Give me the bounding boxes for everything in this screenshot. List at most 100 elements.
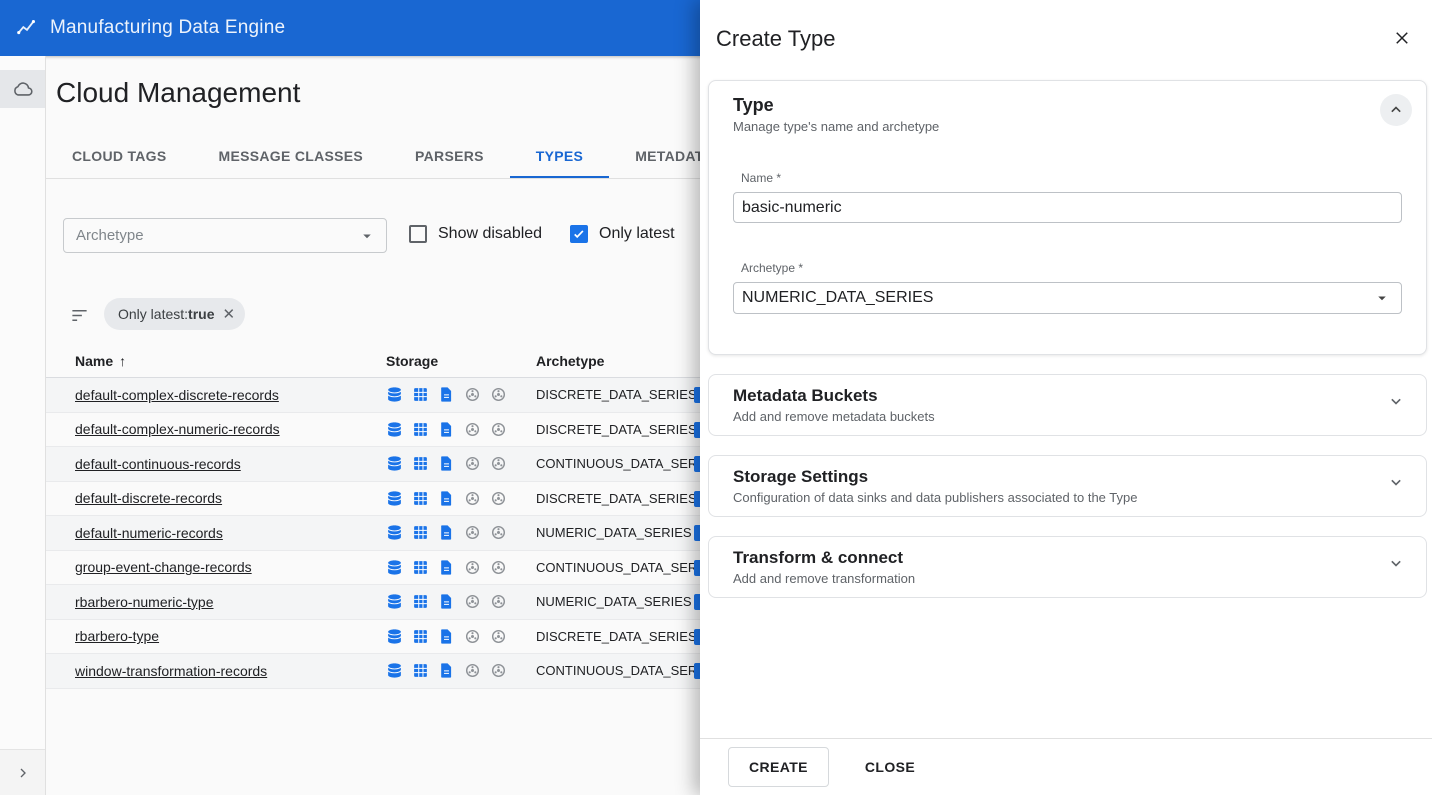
pubsub-icon	[464, 455, 481, 472]
archetype-filter-select[interactable]: Archetype	[63, 218, 387, 253]
pubsub-icon	[464, 490, 481, 507]
pubsub-icon	[464, 421, 481, 438]
only-latest-checkbox[interactable]	[570, 225, 588, 243]
pubsub-icon	[464, 559, 481, 576]
database-icon	[386, 593, 403, 610]
show-disabled-checkbox-group[interactable]: Show disabled	[409, 225, 542, 243]
storage-icons	[386, 455, 536, 472]
pubsub-icon	[490, 593, 507, 610]
database-icon	[386, 524, 403, 541]
section-type-body: Name * Archetype * NUMERIC_DATA_SERIES	[709, 171, 1426, 354]
section-storage-settings-subtitle: Configuration of data sinks and data pub…	[733, 490, 1137, 506]
pubsub-icon	[464, 628, 481, 645]
collapse-section-button[interactable]	[1380, 94, 1412, 126]
show-disabled-checkbox[interactable]	[409, 225, 427, 243]
chevron-down-icon	[1386, 391, 1406, 411]
tab-message-classes[interactable]: MESSAGE CLASSES	[193, 135, 390, 178]
pubsub-icon	[490, 455, 507, 472]
section-storage-settings-header[interactable]: Storage Settings Configuration of data s…	[709, 456, 1426, 516]
pubsub-icon	[490, 524, 507, 541]
tab-cloud-tags[interactable]: CLOUD TAGS	[46, 135, 193, 178]
pubsub-icon	[464, 662, 481, 679]
type-name-link[interactable]: default-continuous-records	[46, 456, 386, 472]
section-type-header[interactable]: Type Manage type's name and archetype	[709, 81, 1426, 145]
column-header-name[interactable]: Name ↑	[46, 353, 386, 369]
database-icon	[386, 628, 403, 645]
archetype-select[interactable]: NUMERIC_DATA_SERIES	[733, 282, 1402, 314]
column-header-name-label: Name	[75, 353, 113, 369]
document-icon	[438, 455, 455, 472]
name-input[interactable]	[733, 192, 1402, 223]
chevron-down-icon	[1386, 553, 1406, 573]
section-metadata-buckets-subtitle: Add and remove metadata buckets	[733, 409, 935, 425]
column-header-storage: Storage	[386, 353, 536, 369]
storage-icons	[386, 386, 536, 403]
table-icon	[412, 524, 429, 541]
close-button[interactable]: CLOSE	[845, 747, 935, 787]
expand-rail-button[interactable]	[0, 749, 45, 795]
storage-icons	[386, 628, 536, 645]
type-name-link[interactable]: rbarbero-type	[46, 628, 386, 644]
chip-prefix: Only latest:	[118, 306, 188, 322]
nav-item-cloud-management[interactable]	[0, 70, 45, 108]
checkmark-icon	[572, 227, 586, 241]
pubsub-icon	[490, 662, 507, 679]
section-transform-connect: Transform & connect Add and remove trans…	[708, 536, 1427, 598]
document-icon	[438, 490, 455, 507]
table-icon	[412, 559, 429, 576]
type-name-link[interactable]: group-event-change-records	[46, 559, 386, 575]
section-transform-connect-subtitle: Add and remove transformation	[733, 571, 915, 587]
pubsub-icon	[490, 386, 507, 403]
chip-remove-icon[interactable]: ✕	[222, 307, 235, 322]
drawer-footer: CREATE CLOSE	[700, 738, 1432, 795]
only-latest-filter-chip[interactable]: Only latest: true ✕	[104, 298, 245, 330]
table-icon	[412, 628, 429, 645]
expand-section-button[interactable]	[1380, 466, 1412, 498]
drawer-title: Create Type	[716, 26, 1432, 52]
left-nav-rail	[0, 56, 46, 795]
database-icon	[386, 421, 403, 438]
type-name-link[interactable]: default-complex-numeric-records	[46, 421, 386, 437]
section-transform-connect-header[interactable]: Transform & connect Add and remove trans…	[709, 537, 1426, 597]
only-latest-label: Only latest	[599, 225, 675, 243]
type-name-link[interactable]: window-transformation-records	[46, 663, 386, 679]
pubsub-icon	[464, 593, 481, 610]
section-storage-settings: Storage Settings Configuration of data s…	[708, 455, 1427, 517]
filter-list-icon[interactable]	[70, 306, 89, 330]
type-name-link[interactable]: default-complex-discrete-records	[46, 387, 386, 403]
chip-value: true	[188, 306, 214, 322]
show-disabled-label: Show disabled	[438, 225, 542, 243]
storage-icons	[386, 593, 536, 610]
expand-section-button[interactable]	[1380, 547, 1412, 579]
type-name-link[interactable]: default-discrete-records	[46, 490, 386, 506]
only-latest-checkbox-group[interactable]: Only latest	[570, 225, 675, 243]
name-field-label: Name *	[741, 171, 1402, 185]
database-icon	[386, 662, 403, 679]
section-metadata-buckets-header[interactable]: Metadata Buckets Add and remove metadata…	[709, 375, 1426, 435]
database-icon	[386, 490, 403, 507]
document-icon	[438, 662, 455, 679]
drawer-header: Create Type	[700, 0, 1432, 80]
archetype-field-label: Archetype *	[741, 261, 1402, 275]
type-name-link[interactable]: default-numeric-records	[46, 525, 386, 541]
document-icon	[438, 524, 455, 541]
document-icon	[438, 421, 455, 438]
document-icon	[438, 559, 455, 576]
create-button[interactable]: CREATE	[728, 747, 829, 787]
storage-icons	[386, 490, 536, 507]
pubsub-icon	[490, 559, 507, 576]
database-icon	[386, 559, 403, 576]
table-icon	[412, 421, 429, 438]
document-icon	[438, 386, 455, 403]
tab-parsers[interactable]: PARSERS	[389, 135, 510, 178]
cloud-icon	[12, 78, 34, 100]
type-name-link[interactable]: rbarbero-numeric-type	[46, 594, 386, 610]
section-storage-settings-title: Storage Settings	[733, 466, 1137, 487]
expand-section-button[interactable]	[1380, 385, 1412, 417]
tab-types[interactable]: TYPES	[510, 135, 609, 178]
close-drawer-button[interactable]	[1390, 26, 1414, 50]
chevron-right-icon	[15, 765, 31, 781]
section-metadata-buckets: Metadata Buckets Add and remove metadata…	[708, 374, 1427, 436]
storage-icons	[386, 421, 536, 438]
chevron-down-icon	[1386, 472, 1406, 492]
